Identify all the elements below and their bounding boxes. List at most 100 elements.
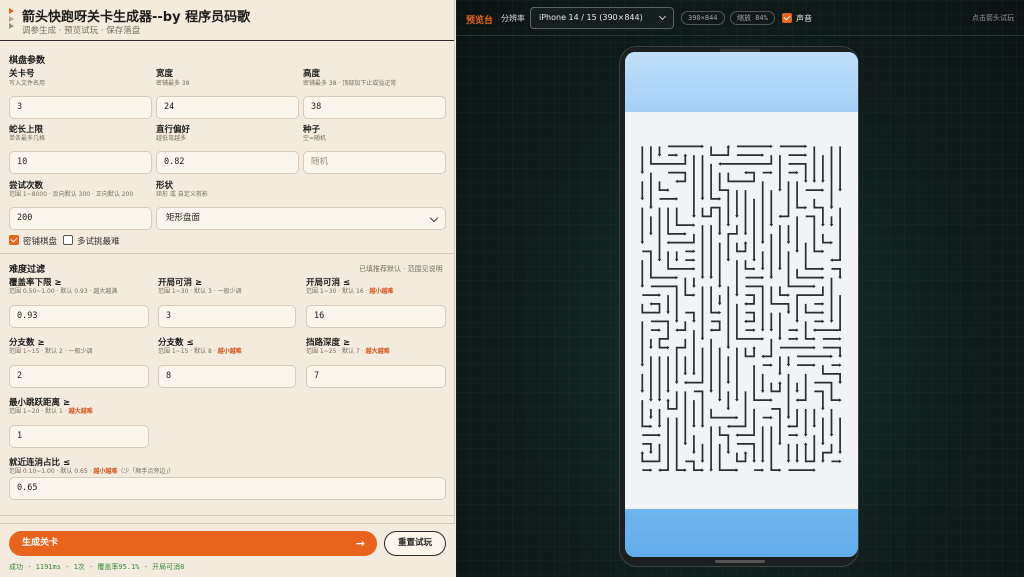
height-input[interactable]: 38 xyxy=(303,96,446,119)
arrow-path[interactable] xyxy=(668,171,687,183)
shape-select[interactable]: 矩形盘面 xyxy=(156,207,446,230)
arrow-path[interactable] xyxy=(797,373,807,401)
arrow-path[interactable] xyxy=(727,225,738,261)
arrow-path[interactable] xyxy=(711,320,721,331)
arrow-path[interactable] xyxy=(813,198,824,226)
arrow-path[interactable] xyxy=(641,303,661,314)
generate-button-label: 生成关卡 xyxy=(22,538,59,548)
arrow-path[interactable] xyxy=(650,146,687,165)
attempts-input[interactable]: 200 xyxy=(9,207,152,230)
arrow-path[interactable] xyxy=(668,233,695,244)
arrow-path[interactable] xyxy=(727,171,755,183)
arrow-path[interactable] xyxy=(831,268,841,278)
arrow-head-icon xyxy=(717,302,722,306)
arrow-path[interactable] xyxy=(804,303,823,314)
arrow-path[interactable] xyxy=(744,260,755,270)
arrow-path[interactable] xyxy=(675,338,687,383)
straight-bias-input[interactable]: 0.82 xyxy=(156,151,299,174)
jump-min-hint: 范围 1~20 · 默认 1 · 越大越难 xyxy=(9,408,93,415)
reset-playtest-button[interactable]: 重置试玩 xyxy=(384,531,446,556)
arrow-head-icon xyxy=(778,468,782,472)
jump-min-input[interactable]: 1 xyxy=(9,425,149,448)
arrow-path[interactable] xyxy=(804,435,816,463)
arrow-path[interactable] xyxy=(822,346,841,357)
arrow-path[interactable] xyxy=(831,207,841,261)
arrow-head-icon xyxy=(803,442,808,446)
arrow-path[interactable] xyxy=(676,321,687,331)
arrow-path[interactable] xyxy=(796,268,823,279)
game-board[interactable] xyxy=(625,112,858,509)
filters-section-note: 已填推荐默认 · 范围见说明 xyxy=(359,265,443,273)
arrow-path[interactable] xyxy=(667,391,678,410)
arrow-head-icon xyxy=(640,390,645,393)
seed-input[interactable]: 随机 xyxy=(303,151,446,174)
branch-min-input[interactable]: 2 xyxy=(9,365,149,388)
multi-try-checkbox[interactable] xyxy=(63,235,73,245)
arrow-path[interactable] xyxy=(779,286,789,296)
generate-button[interactable]: 生成关卡 → xyxy=(9,531,377,556)
arrow-head-icon xyxy=(795,250,799,253)
arrow-path[interactable] xyxy=(710,146,730,156)
arrow-path[interactable] xyxy=(684,277,694,296)
arrow-path[interactable] xyxy=(736,242,747,253)
arrow-path[interactable] xyxy=(650,320,669,349)
arrow-path[interactable] xyxy=(675,207,694,226)
width-input[interactable]: 24 xyxy=(156,96,299,119)
arrow-head-icon xyxy=(692,372,696,376)
sound-checkbox[interactable] xyxy=(782,13,792,23)
snake-max-input[interactable]: 10 xyxy=(9,151,152,174)
block-depth-input[interactable]: 7 xyxy=(306,365,446,388)
arrow-path[interactable] xyxy=(822,443,833,462)
dense-checkbox[interactable] xyxy=(9,235,19,245)
arrow-path[interactable] xyxy=(685,311,695,322)
arrow-path[interactable] xyxy=(710,163,720,200)
open-max-input[interactable]: 16 xyxy=(306,305,446,328)
branch-max-input[interactable]: 8 xyxy=(158,365,296,388)
arrow-head-icon xyxy=(786,416,791,420)
arrow-path[interactable] xyxy=(745,294,755,305)
open-min-input[interactable]: 3 xyxy=(158,305,296,328)
arrow-path[interactable] xyxy=(805,215,823,253)
arrow-path[interactable] xyxy=(675,417,686,471)
arrow-path[interactable] xyxy=(719,155,773,165)
level-no-hint: 写入文件名用 xyxy=(9,80,46,87)
coverage-input[interactable]: 0.93 xyxy=(9,305,149,328)
near-ratio-input[interactable]: 0.65 xyxy=(9,477,446,500)
arrow-path[interactable] xyxy=(710,408,737,419)
arrow-path[interactable] xyxy=(771,408,781,444)
arrow-head-icon xyxy=(726,424,730,429)
arrow-maze[interactable] xyxy=(625,112,858,509)
arrow-path[interactable] xyxy=(762,338,773,358)
arrow-head-icon xyxy=(692,425,696,428)
arrow-path[interactable] xyxy=(822,365,841,383)
arrow-head-icon xyxy=(717,232,722,236)
arrow-path[interactable] xyxy=(770,382,781,393)
arrow-path[interactable] xyxy=(685,460,703,471)
arrow-path[interactable] xyxy=(658,181,669,191)
arrow-head-icon xyxy=(735,293,739,297)
device-select[interactable]: iPhone 14 / 15 (390×844) xyxy=(530,7,674,29)
arrow-head-icon xyxy=(718,162,721,166)
arrow-path[interactable] xyxy=(693,390,704,427)
arrow-path[interactable] xyxy=(744,347,755,358)
arrow-head-icon xyxy=(675,179,678,184)
resolution-label: 分辨率 xyxy=(501,14,525,23)
arrow-path[interactable] xyxy=(779,181,790,218)
arrow-path[interactable] xyxy=(736,452,747,463)
arrow-path[interactable] xyxy=(710,286,720,314)
level-no-input[interactable]: 3 xyxy=(9,96,152,119)
arrow-head-icon xyxy=(709,468,713,472)
arrow-path[interactable] xyxy=(745,311,755,323)
arrow-path[interactable] xyxy=(822,233,832,244)
status-line: 成功 · 1191ms · 1次 · 覆盖率95.1% · 开局可消8 xyxy=(9,563,185,571)
arrow-path[interactable] xyxy=(814,390,824,409)
arrow-path[interactable] xyxy=(796,181,806,209)
arrow-path[interactable] xyxy=(642,443,652,453)
arrow-path[interactable] xyxy=(745,285,764,331)
arrow-path[interactable] xyxy=(788,408,798,428)
arrow-path[interactable] xyxy=(770,426,780,471)
arrow-path[interactable] xyxy=(641,400,651,428)
arrow-path[interactable] xyxy=(718,426,730,453)
settings-scroll[interactable]: 棋盘参数 关卡号 写入文件名用 3 宽度 密铺最多 38 24 高度 密铺最多 … xyxy=(0,43,455,523)
arrow-head-icon xyxy=(674,381,679,385)
